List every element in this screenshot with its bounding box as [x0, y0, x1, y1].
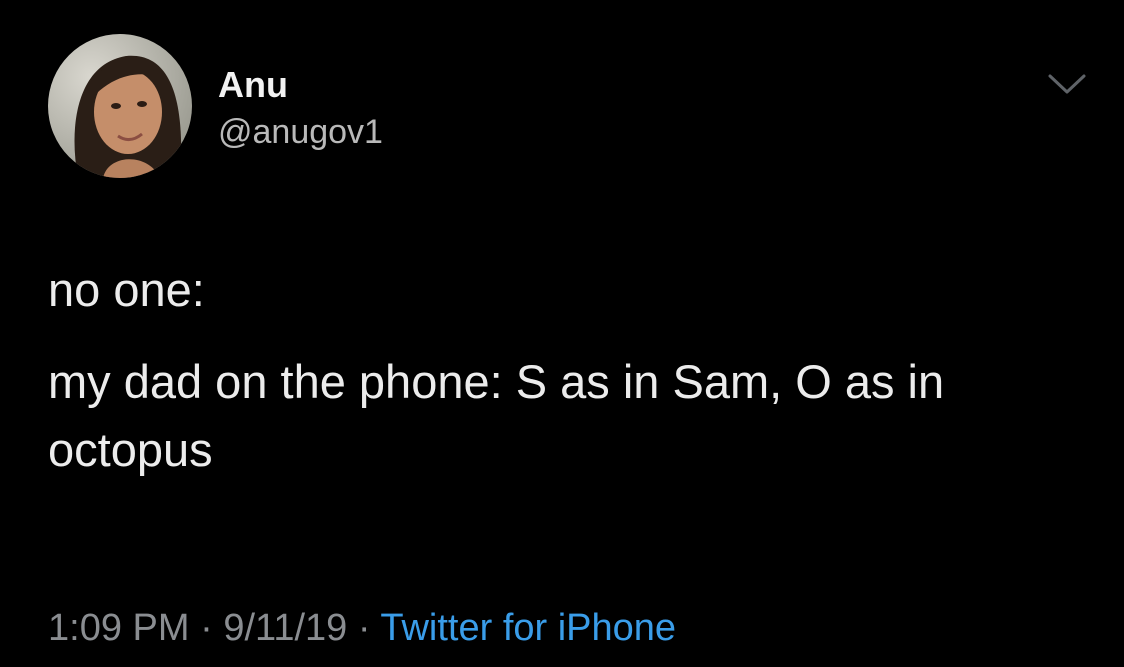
- chevron-down-icon[interactable]: [1046, 70, 1088, 100]
- tweet-meta: 1:09 PM · 9/11/19 · Twitter for iPhone: [48, 604, 676, 652]
- tweet-text-line: my dad on the phone: S as in Sam, O as i…: [48, 355, 945, 476]
- tweet-source-link[interactable]: Twitter for iPhone: [380, 607, 676, 649]
- meta-separator: ·: [357, 607, 371, 649]
- tweet-text-line: no one:: [48, 263, 205, 316]
- tweet-date: 9/11/19: [223, 607, 348, 649]
- author-handle[interactable]: @anugov1: [218, 110, 383, 154]
- author-display-name[interactable]: Anu: [218, 64, 383, 106]
- tweet-text: no one: my dad on the phone: S as in Sam…: [48, 256, 1068, 484]
- author-names: Anu @anugov1: [218, 64, 383, 154]
- tweet-header: Anu @anugov1: [48, 34, 1088, 180]
- tweet-card: Anu @anugov1 no one: my dad on the phone…: [0, 0, 1124, 667]
- avatar-image: [48, 34, 192, 178]
- avatar[interactable]: [48, 34, 192, 178]
- meta-separator: ·: [200, 607, 213, 649]
- tweet-time: 1:09 PM: [48, 607, 190, 649]
